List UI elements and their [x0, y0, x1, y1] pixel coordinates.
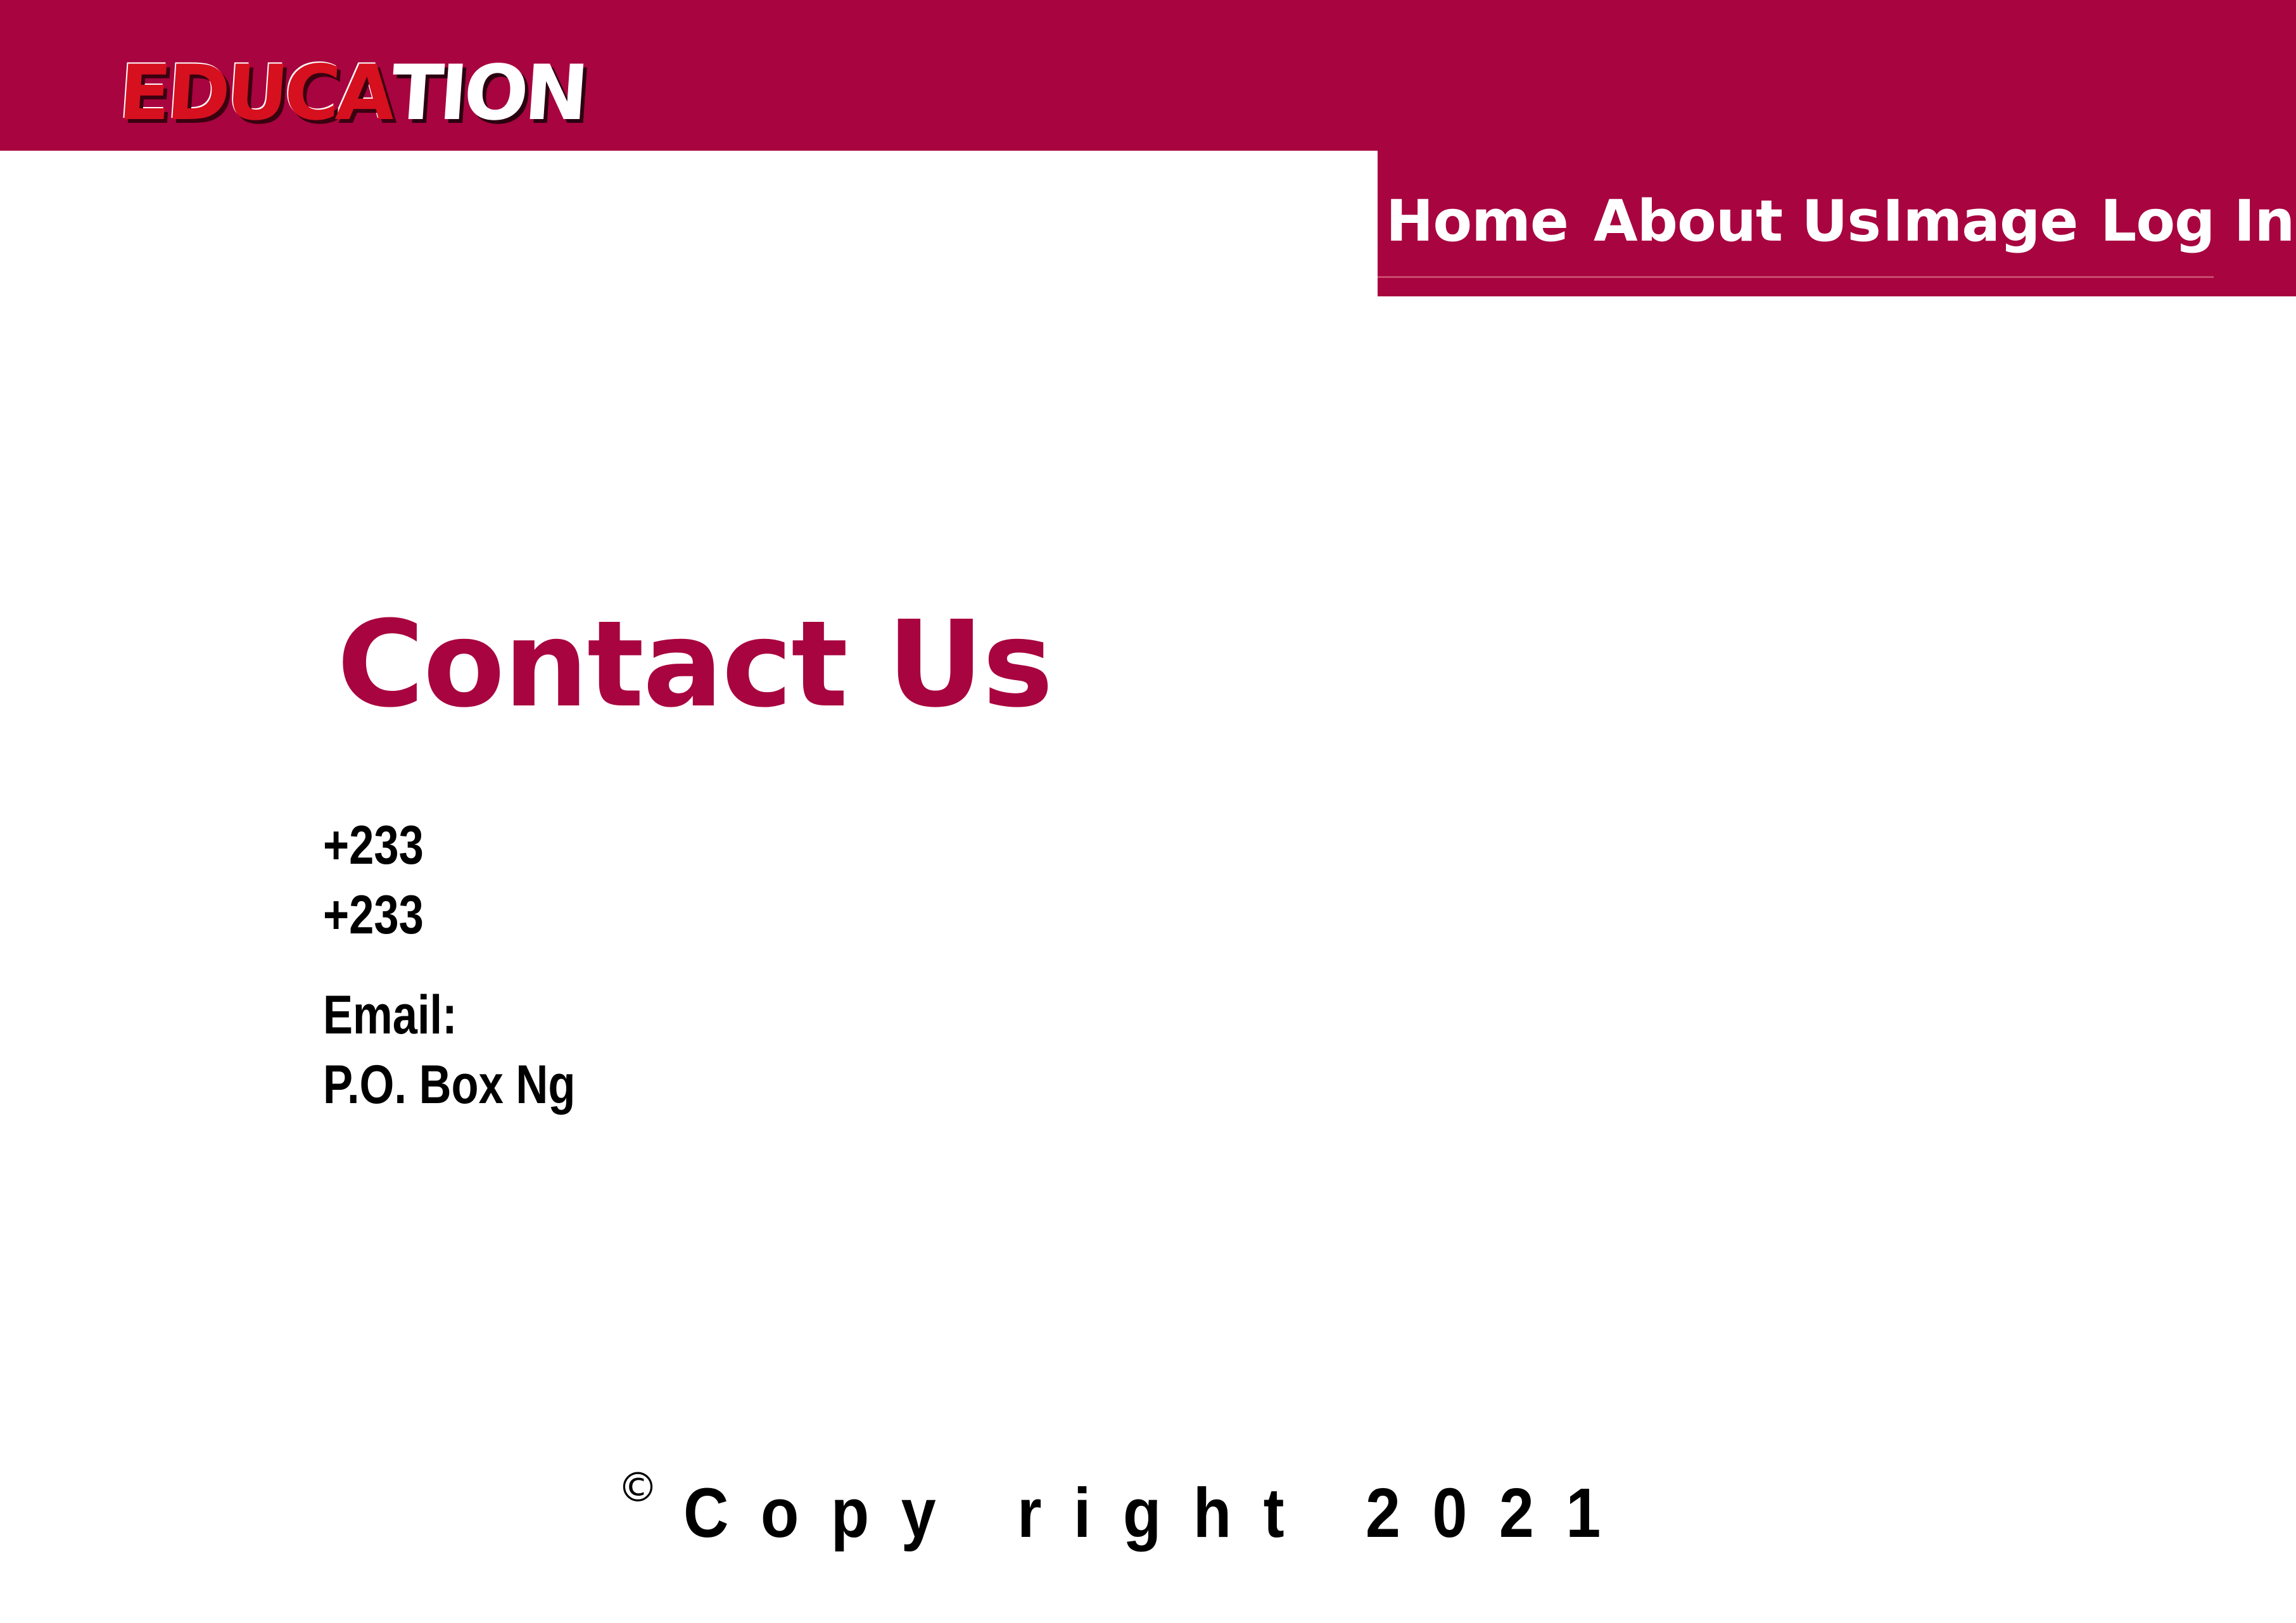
education-logo[interactable]: EDUCA TION: [116, 49, 588, 138]
nav-link-about-us[interactable]: About Us: [1594, 187, 1881, 256]
page-title: Contact Us: [337, 595, 1053, 734]
email-label: Email:: [323, 985, 457, 1045]
copyright-footer: © Copy right 2021: [618, 1466, 1738, 1561]
nav-link-image[interactable]: Image: [1882, 187, 2078, 256]
postal-address: P.O. Box Ng: [323, 1054, 576, 1115]
nav-link-home[interactable]: Home: [1386, 187, 1569, 256]
nav-link-log-in[interactable]: Log In: [2100, 187, 2295, 256]
copyright-text: Copy right 2021: [683, 1474, 1633, 1552]
phone-number-1: +233: [323, 815, 424, 876]
phone-number-2: +233: [323, 885, 424, 945]
logo-text-part-2: TION: [388, 49, 588, 137]
copyright-symbol: ©: [618, 1465, 658, 1512]
logo-text-part-1: EDUCA: [116, 49, 395, 137]
nav-divider: [1378, 276, 2214, 278]
